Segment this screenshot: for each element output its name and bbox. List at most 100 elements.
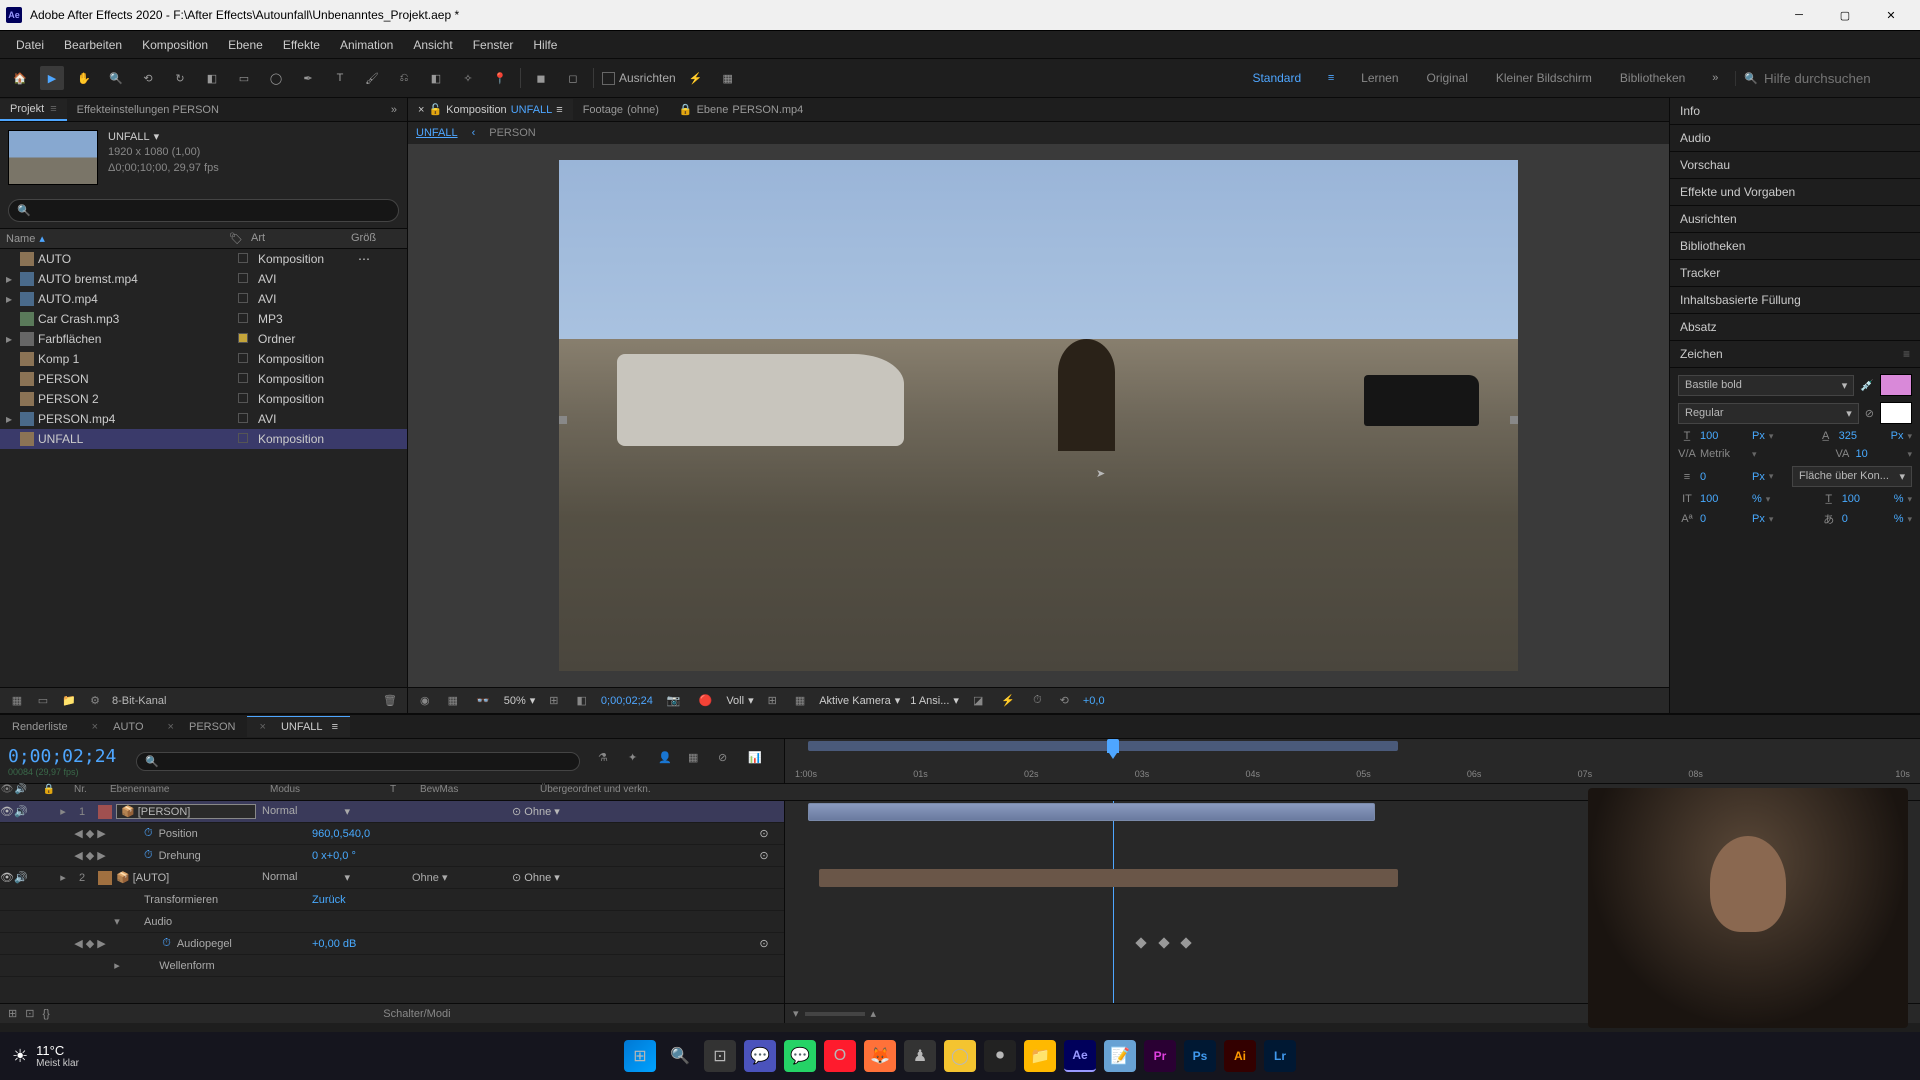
comp-button-icon[interactable]: ⚗ [598, 751, 618, 771]
taskbar-photoshop[interactable]: Ps [1184, 1040, 1216, 1072]
workspace-original[interactable]: Original [1417, 67, 1478, 89]
views-dropdown[interactable]: 1 Ansi...▾ [910, 694, 959, 707]
sort-icon[interactable]: ▴ [39, 232, 45, 245]
taskbar-lightroom[interactable]: Lr [1264, 1040, 1296, 1072]
panel-zeichen[interactable]: Zeichen≡ [1670, 341, 1920, 368]
panel-absatz[interactable]: Absatz [1670, 314, 1920, 341]
project-item[interactable]: PERSONKomposition [0, 369, 407, 389]
panel-ausrichten[interactable]: Ausrichten [1670, 206, 1920, 233]
taskbar-after-effects[interactable]: Ae [1064, 1040, 1096, 1072]
layer-property[interactable]: ◀ ◆ ▶⏱ Position960,0,540,0⊙ [0, 823, 784, 845]
menu-ansicht[interactable]: Ansicht [403, 34, 462, 56]
panel-vorschau[interactable]: Vorschau [1670, 152, 1920, 179]
camera-dropdown[interactable]: Aktive Kamera▾ [819, 694, 900, 707]
menu-bearbeiten[interactable]: Bearbeiten [54, 34, 132, 56]
fill-color-swatch[interactable] [1880, 374, 1912, 396]
tab-renderliste[interactable]: Renderliste [0, 717, 80, 737]
taskbar-notepad[interactable]: 📝 [1104, 1040, 1136, 1072]
layer-property[interactable]: TransformierenZurück [0, 889, 784, 911]
project-item[interactable]: ▸AUTO.mp4AVI [0, 289, 407, 309]
close-tab-icon[interactable]: × [418, 104, 424, 116]
menu-animation[interactable]: Animation [330, 34, 403, 56]
quality-dropdown[interactable]: Voll▾ [726, 694, 753, 707]
type-tool[interactable]: T [328, 66, 352, 90]
toggle-in-out-icon[interactable]: {} [42, 1008, 49, 1020]
tab-auto[interactable]: × AUTO [80, 717, 156, 737]
brush-tool[interactable]: 🖌 [360, 66, 384, 90]
bit-depth[interactable]: 8-Bit-Kanal [112, 695, 373, 707]
current-time[interactable]: 0;00;02;24 [601, 695, 653, 707]
fast-preview-icon[interactable]: ⚡ [997, 694, 1019, 707]
workspace-lernen[interactable]: Lernen [1351, 67, 1408, 89]
project-item[interactable]: Car Crash.mp3MP3 [0, 309, 407, 329]
workspace-kleiner[interactable]: Kleiner Bildschirm [1486, 67, 1602, 89]
always-preview-icon[interactable]: ◉ [416, 694, 434, 707]
eyedropper-icon[interactable]: 💉 [1860, 379, 1874, 392]
workspace-overflow-icon[interactable]: » [1703, 66, 1727, 90]
menu-effekte[interactable]: Effekte [273, 34, 330, 56]
roto-tool[interactable]: ✧ [456, 66, 480, 90]
taskbar-premiere[interactable]: Pr [1144, 1040, 1176, 1072]
taskbar-search-icon[interactable]: 🔍 [664, 1040, 696, 1072]
zoom-dropdown[interactable]: 50%▾ [504, 694, 536, 707]
menu-ebene[interactable]: Ebene [218, 34, 273, 56]
ellipse-tool[interactable]: ◯ [264, 66, 288, 90]
timeline-icon[interactable]: ⏱ [1029, 694, 1046, 707]
project-item[interactable]: ▸PERSON.mp4AVI [0, 409, 407, 429]
taskbar-teams[interactable]: 💬 [744, 1040, 776, 1072]
tab-projekt[interactable]: Projekt≡ [0, 99, 67, 121]
lock-icon[interactable]: 🔓 [428, 103, 442, 116]
grid-icon[interactable]: ⊞ [764, 694, 781, 707]
tab-menu-icon[interactable]: ≡ [556, 104, 562, 116]
font-size-field[interactable]: 100 [1700, 430, 1748, 442]
kerning-field[interactable]: Metrik [1700, 448, 1748, 460]
switches-label[interactable]: Schalter/Modi [58, 1008, 776, 1020]
workspace-biblio[interactable]: Bibliotheken [1610, 67, 1695, 89]
layer-property[interactable]: ▸ Wellenform [0, 955, 784, 977]
tab-unfall[interactable]: × UNFALL ≡ [247, 716, 350, 737]
project-item[interactable]: Komp 1Komposition [0, 349, 407, 369]
dropdown-icon[interactable]: ▾ [154, 130, 160, 145]
pixel-aspect-icon[interactable]: ◪ [969, 694, 987, 707]
flowchart-icon[interactable]: ⟲ [1056, 694, 1073, 707]
toggle-modes-icon[interactable]: ⊡ [25, 1007, 34, 1020]
hand-tool[interactable]: ✋ [72, 66, 96, 90]
transparency-icon[interactable]: ▦ [444, 694, 462, 707]
workspace-menu-icon[interactable]: ≡ [1319, 66, 1343, 90]
layer-opts-icon[interactable]: ▦ [716, 66, 740, 90]
help-search[interactable]: 🔍 [1735, 71, 1912, 86]
vscale-field[interactable]: 100 [1700, 493, 1748, 505]
clone-tool[interactable]: ⎌ [392, 66, 416, 90]
shape-fill-icon[interactable]: ◼ [529, 66, 553, 90]
resolution-icon[interactable]: ⊞ [545, 694, 562, 707]
panel-tracker[interactable]: Tracker [1670, 260, 1920, 287]
tab-effekteinstellungen[interactable]: Effekteinstellungen PERSON [67, 100, 229, 120]
timeline-search[interactable]: 🔍 [136, 752, 580, 771]
lock-col-icon[interactable]: 🔒 [42, 784, 56, 800]
taskbar-firefox[interactable]: 🦊 [864, 1040, 896, 1072]
panel-info[interactable]: Info [1670, 98, 1920, 125]
taskbar-app1[interactable]: ♟ [904, 1040, 936, 1072]
stroke-style-dropdown[interactable]: Fläche über Kon...▾ [1792, 466, 1912, 487]
layer-handle[interactable] [1510, 416, 1518, 424]
timeline-ruler[interactable]: 1:00s01s02s03s04s05s06s07s08s10s [785, 739, 1920, 783]
new-folder-btn[interactable]: 📁 [60, 692, 78, 710]
roi-icon[interactable]: ◧ [573, 694, 591, 707]
menu-fenster[interactable]: Fenster [463, 34, 524, 56]
layer-property[interactable]: ◀ ◆ ▶ ⏱ Audiopegel+0,00 dB⊙ [0, 933, 784, 955]
leading-field[interactable]: 325 [1839, 430, 1887, 442]
panel-overflow[interactable]: » [381, 100, 407, 120]
layer-property[interactable]: ◀ ◆ ▶⏱ Drehung0 x+0,0 °⊙ [0, 845, 784, 867]
panel-audio[interactable]: Audio [1670, 125, 1920, 152]
exposure-value[interactable]: +0,0 [1083, 695, 1105, 707]
taskbar-whatsapp[interactable]: 💬 [784, 1040, 816, 1072]
project-item[interactable]: AUTOKomposition⋯ [0, 249, 407, 269]
minimize-button[interactable]: ─ [1776, 0, 1822, 30]
project-list[interactable]: AUTOKomposition⋯▸AUTO bremst.mp4AVI▸AUTO… [0, 249, 407, 687]
project-item[interactable]: ▸AUTO bremst.mp4AVI [0, 269, 407, 289]
project-search-input[interactable] [31, 205, 390, 217]
baseline-field[interactable]: 0 [1700, 513, 1748, 525]
font-family-dropdown[interactable]: Bastile bold▾ [1678, 375, 1854, 396]
interpret-btn[interactable]: ▦ [8, 692, 26, 710]
help-search-input[interactable] [1764, 71, 1904, 86]
